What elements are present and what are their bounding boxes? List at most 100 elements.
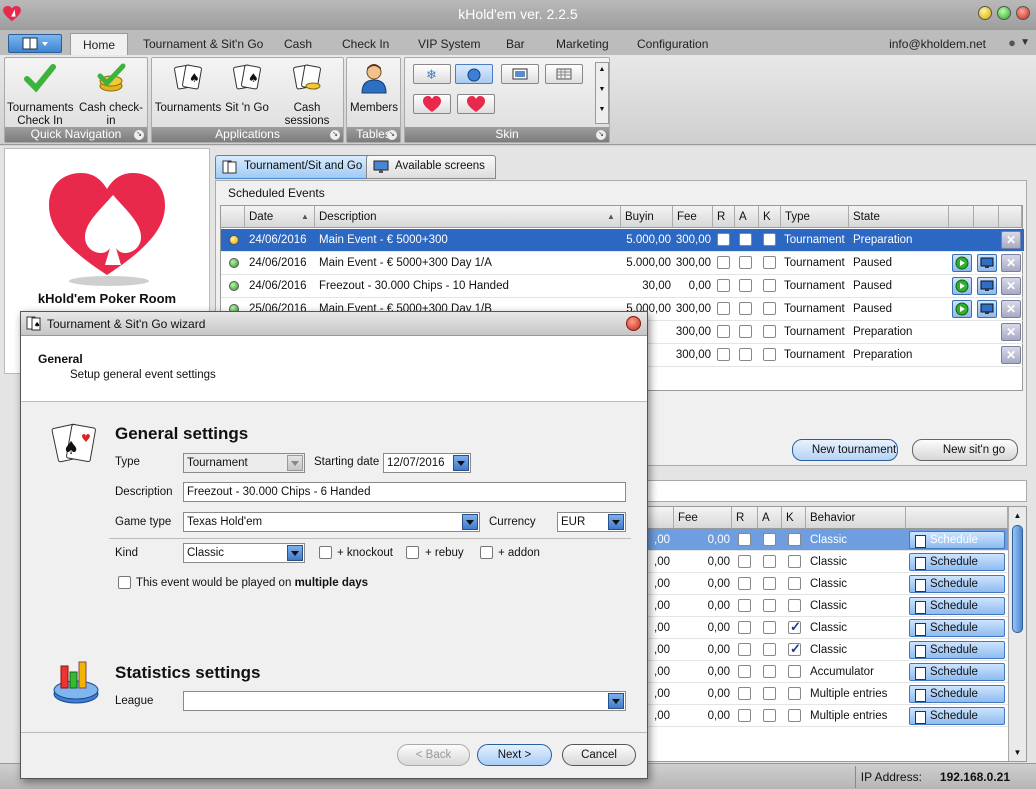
table-row[interactable]: ,00 0,00 Accumulator Schedule [646,661,1008,683]
table-row[interactable]: ,00 0,00 Classic Schedule [646,595,1008,617]
delete-button[interactable]: ✕ [1001,323,1021,341]
delete-button[interactable]: ✕ [1001,254,1021,272]
skin-grid[interactable] [545,64,583,84]
expand-icon[interactable]: ↘ [330,130,340,140]
subtab-tournament-sitngo[interactable]: Tournament/Sit and Go [215,155,374,179]
scroll-down-icon[interactable]: ▼ [596,83,608,97]
table-row[interactable]: ,00 0,00 Classic Schedule [646,617,1008,639]
delete-button[interactable]: ✕ [1001,231,1021,249]
chevron-down-icon[interactable] [608,514,624,530]
a-checkbox[interactable] [763,709,776,722]
delete-button[interactable]: ✕ [1001,346,1021,364]
k-checkbox[interactable] [788,555,801,568]
col-fee[interactable]: Fee [673,206,713,228]
table-row[interactable]: ,00 0,00 Classic Schedule [646,639,1008,661]
kind-select[interactable]: Classic [183,543,305,563]
skin-heart[interactable] [413,94,451,114]
col-buyin[interactable]: Buyin [621,206,673,228]
col-k[interactable]: K [759,206,781,228]
skin-heart[interactable] [457,94,495,114]
skin-monitor[interactable] [501,64,539,84]
tab-configuration[interactable]: Configuration [637,37,708,51]
play-button[interactable] [952,277,972,295]
k-checkbox[interactable] [788,619,801,635]
game-type-select[interactable]: Texas Hold'em [183,512,480,532]
tab-cash[interactable]: Cash [284,37,312,51]
starting-date-field[interactable]: 12/07/2016 [383,453,471,473]
chevron-down-icon[interactable]: ▼ [1020,37,1030,48]
tab-bar[interactable]: Bar [506,37,525,51]
tab-vip-system[interactable]: VIP System [418,37,480,51]
r-checkbox[interactable] [738,643,751,656]
schedule-button[interactable]: Schedule [909,641,1005,659]
cash-checkin-button[interactable]: Cash check-in [75,62,147,128]
delete-button[interactable]: ✕ [1001,300,1021,318]
schedule-button[interactable]: Schedule [909,531,1005,549]
league-select[interactable] [183,691,626,711]
tab-marketing[interactable]: Marketing [556,37,609,51]
col-sng-behavior[interactable]: Behavior [806,507,906,529]
table-row[interactable]: ,00 0,00 Multiple entries Schedule [646,705,1008,727]
k-checkbox[interactable] [788,577,801,590]
scroll-down-icon[interactable]: ▼ [1009,748,1026,757]
back-button[interactable]: < Back [397,744,470,766]
table-row[interactable]: 24/06/2016 Main Event - € 5000+300 5.000,0… [221,229,1024,252]
schedule-button[interactable]: Schedule [909,707,1005,725]
tab-tournament-sitngo[interactable]: Tournament & Sit'n Go [143,37,263,51]
col-a[interactable]: A [735,206,759,228]
screen-button[interactable] [977,254,997,272]
schedule-button[interactable]: Schedule [909,597,1005,615]
dialog-close-button[interactable] [626,316,641,331]
chevron-down-icon[interactable] [287,455,303,471]
maximize-button[interactable] [997,6,1011,20]
cash-sessions-button[interactable]: Cash sessions [270,62,344,128]
k-checkbox[interactable] [788,687,801,700]
col-sng-r[interactable]: R [732,507,758,529]
expand-icon[interactable]: ↘ [596,130,606,140]
chevron-down-icon[interactable] [287,545,303,561]
subtab-available-screens[interactable]: Available screens [366,155,496,179]
chevron-down-icon[interactable] [453,455,469,471]
skin-gallery-scrollbar[interactable]: ▲ ▼ ▼ [595,62,609,124]
col-sng-k[interactable]: K [782,507,806,529]
k-checkbox[interactable] [763,233,776,246]
sitngo-filter-field[interactable] [645,480,1027,502]
screen-button[interactable] [977,300,997,318]
multiple-days-checkbox[interactable] [118,576,131,589]
minimize-button[interactable] [978,6,992,20]
r-checkbox[interactable] [717,233,730,246]
play-button[interactable] [952,254,972,272]
k-checkbox[interactable] [763,302,776,315]
r-checkbox[interactable] [738,665,751,678]
r-checkbox[interactable] [717,256,730,269]
r-checkbox[interactable] [738,577,751,590]
new-tournament-button[interactable]: New tournament [792,439,898,461]
k-checkbox[interactable] [763,348,776,361]
cancel-button[interactable]: Cancel [562,744,636,766]
play-button[interactable] [952,300,972,318]
screen-button[interactable] [977,277,997,295]
addon-checkbox[interactable] [480,546,493,559]
col-sng-a[interactable]: A [758,507,782,529]
r-checkbox[interactable] [738,709,751,722]
a-checkbox[interactable] [763,577,776,590]
a-checkbox[interactable] [739,256,752,269]
delete-button[interactable]: ✕ [1001,277,1021,295]
a-checkbox[interactable] [739,302,752,315]
col-sng-fee[interactable]: Fee [674,507,732,529]
a-checkbox[interactable] [739,233,752,246]
scrollbar-thumb[interactable] [1012,525,1023,633]
k-checkbox[interactable] [788,709,801,722]
app-menu-button[interactable] [8,34,62,53]
expand-icon[interactable]: ↘ [134,130,144,140]
r-checkbox[interactable] [717,348,730,361]
tournaments-checkin-button[interactable]: Tournaments Check In [7,62,73,128]
members-button[interactable]: Members [348,62,400,115]
rebuy-checkbox[interactable] [406,546,419,559]
col-r[interactable]: R [713,206,735,228]
k-checkbox[interactable] [788,533,801,546]
table-row[interactable]: ,00 0,00 Classic Schedule [646,551,1008,573]
k-checkbox[interactable] [763,325,776,338]
close-button[interactable] [1016,6,1030,20]
chevron-down-icon[interactable] [462,514,478,530]
